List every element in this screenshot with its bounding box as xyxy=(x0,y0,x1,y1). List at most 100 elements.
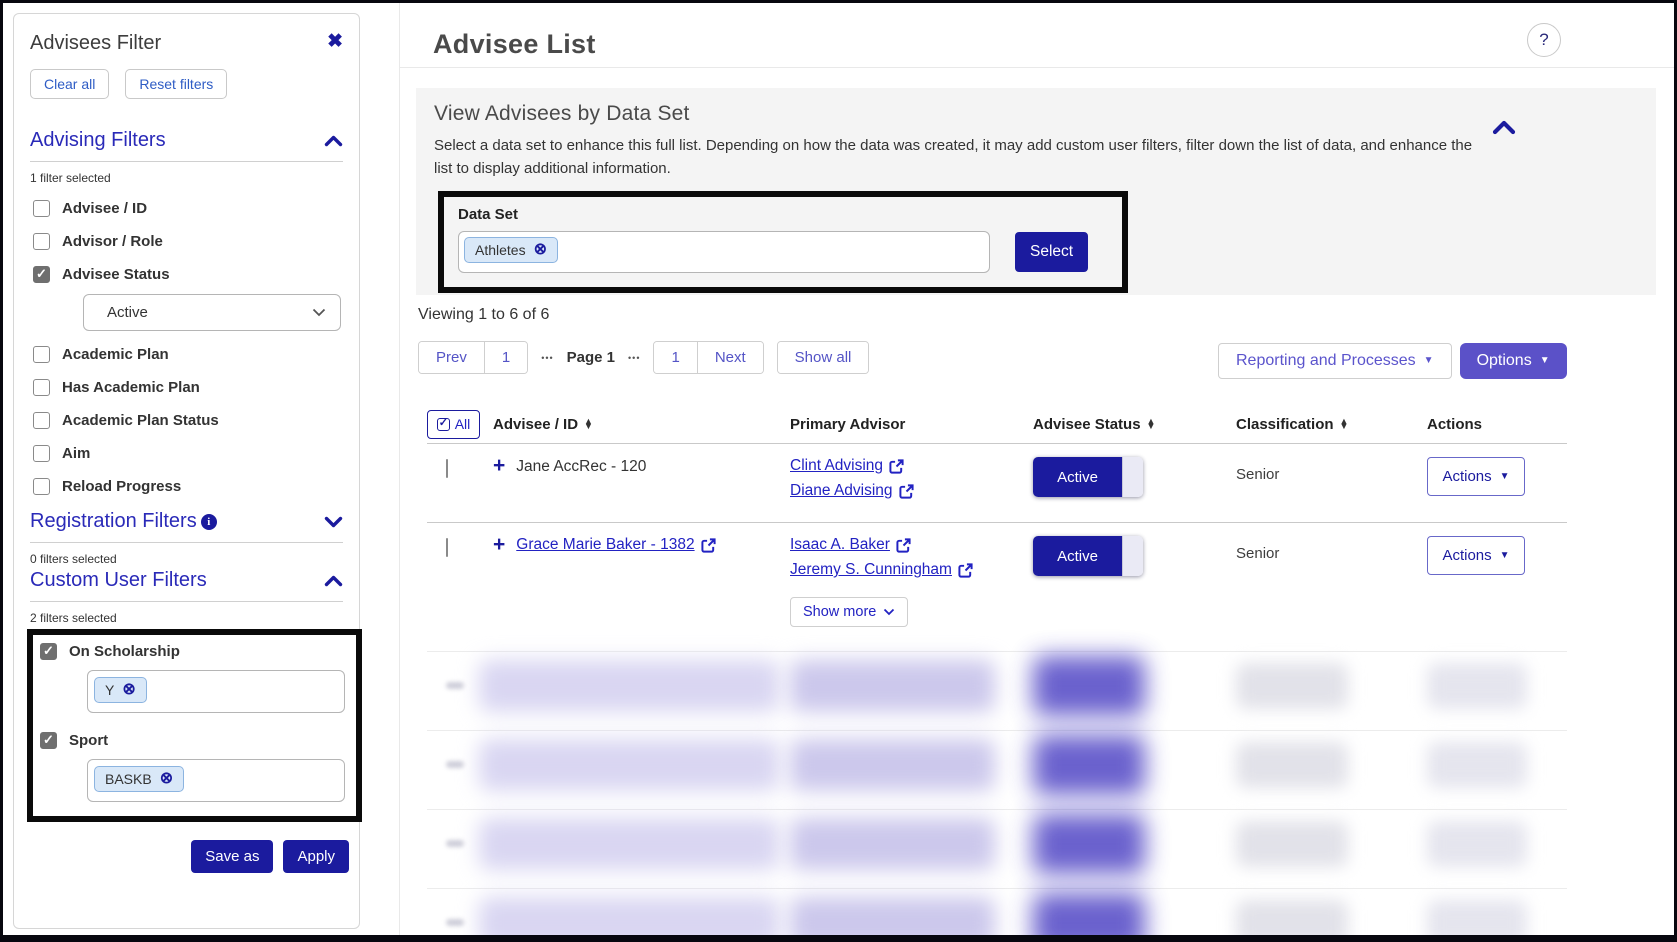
filter-tag: BASKB ⊗ xyxy=(94,766,185,792)
column-header-advisee-id[interactable]: Advisee / ID ▲ ▼ xyxy=(493,416,790,433)
remove-tag-icon[interactable]: ⊗ xyxy=(160,771,173,787)
caret-down-icon: ▼ xyxy=(1423,355,1434,366)
filter-row-has-academic-plan: Has Academic Plan xyxy=(33,377,343,397)
blurred-advisee-name xyxy=(479,659,779,712)
advisee-status-toggle[interactable]: Active xyxy=(1033,536,1143,576)
filter-row-academic-plan-status: Academic Plan Status xyxy=(33,410,343,430)
blurred-advisee-name xyxy=(479,738,779,791)
info-icon[interactable]: i xyxy=(200,513,217,530)
advising-filters-section-header[interactable]: Advising Filters xyxy=(30,129,343,152)
reporting-and-processes-button[interactable]: Reporting and Processes ▼ xyxy=(1218,343,1452,379)
custom-user-filters-section-header[interactable]: Custom User Filters xyxy=(30,569,343,592)
header-label: Advisee / ID xyxy=(493,415,579,433)
page-1-button[interactable]: 1 xyxy=(483,342,528,373)
column-header-advisee-status[interactable]: Advisee Status ▲ ▼ xyxy=(1033,416,1236,433)
next-page-button[interactable]: Next xyxy=(696,342,763,373)
row-checkbox[interactable] xyxy=(446,459,448,478)
row-actions-button[interactable]: Actions ▼ xyxy=(1427,457,1525,496)
on-scholarship-input[interactable]: Y ⊗ xyxy=(87,670,345,713)
filter-row-on-scholarship: On Scholarship xyxy=(40,641,356,661)
select-dataset-button[interactable]: Select xyxy=(1015,231,1089,272)
remove-tag-icon[interactable]: ⊗ xyxy=(534,241,547,258)
column-header-actions: Actions xyxy=(1427,416,1567,433)
advisee-status-select[interactable]: Active xyxy=(83,294,341,331)
registration-selected-count: 0 filters selected xyxy=(30,552,117,566)
close-icon[interactable]: ✖ xyxy=(327,32,343,51)
filter-row-advisee-id: Advisee / ID xyxy=(33,198,343,218)
advisor-link[interactable]: Isaac A. Baker xyxy=(790,536,1033,554)
blurred-classification xyxy=(1236,899,1348,935)
chevron-up-icon xyxy=(324,575,343,586)
blurred-status-toggle xyxy=(1033,734,1145,795)
table-row: + Grace Marie Baker - 1382 Isaac A. Bake… xyxy=(427,523,1567,640)
filter-label: Aim xyxy=(62,444,91,462)
ellipsis-icon: ••• xyxy=(628,352,641,363)
row-actions-button[interactable]: Actions ▼ xyxy=(1427,536,1525,575)
toggle-handle xyxy=(1122,536,1143,576)
has-academic-plan-checkbox[interactable] xyxy=(33,378,50,396)
reset-filters-button[interactable]: Reset filters xyxy=(125,69,228,99)
highlight-box-custom-filters: On Scholarship Y ⊗ Sport BASKB ⊗ xyxy=(27,629,362,822)
prev-page-button[interactable]: Prev xyxy=(419,342,484,373)
advisor-link[interactable]: Diane Advising xyxy=(790,482,1033,500)
actions-label: Actions xyxy=(1442,547,1492,564)
viewing-summary: Viewing 1 to 6 of 6 xyxy=(418,306,550,323)
advisee-id-checkbox[interactable] xyxy=(33,199,50,217)
filter-label: Academic Plan xyxy=(62,345,169,363)
help-button[interactable]: ? xyxy=(1527,23,1561,57)
external-link-icon xyxy=(898,483,914,499)
advisee-status-checkbox[interactable] xyxy=(33,265,50,283)
on-scholarship-checkbox[interactable] xyxy=(40,642,57,660)
select-all-label: All xyxy=(454,416,471,432)
aim-checkbox[interactable] xyxy=(33,444,50,462)
header-label: Classification xyxy=(1236,415,1334,433)
blurred-advisor xyxy=(790,817,995,870)
expand-row-icon[interactable]: + xyxy=(493,455,505,476)
pagination: Prev 1 ••• Page 1 ••• 1 Next Show all xyxy=(418,341,870,374)
current-page-label: Page 1 xyxy=(566,349,616,366)
sport-input[interactable]: BASKB ⊗ xyxy=(87,759,345,802)
save-as-button[interactable]: Save as xyxy=(191,840,274,873)
reload-progress-checkbox[interactable] xyxy=(33,477,50,495)
filter-label: Advisee / ID xyxy=(62,199,148,217)
advisee-status-toggle[interactable]: Active xyxy=(1033,457,1143,497)
show-more-button[interactable]: Show more xyxy=(790,597,909,627)
caret-down-icon: ▼ xyxy=(1499,549,1510,561)
sport-checkbox[interactable] xyxy=(40,731,57,749)
academic-plan-checkbox[interactable] xyxy=(33,345,50,363)
advisor-link[interactable]: Jeremy S. Cunningham xyxy=(790,561,1033,579)
advising-selected-count: 1 filter selected xyxy=(30,171,111,185)
data-set-label: Data Set xyxy=(458,205,519,223)
show-all-button[interactable]: Show all xyxy=(777,342,869,373)
dataset-panel-description: Select a data set to enhance this full l… xyxy=(434,137,1473,178)
toggle-handle xyxy=(1122,457,1143,497)
filter-label: Sport xyxy=(69,731,109,749)
registration-filters-section-header[interactable]: Registration Filters i xyxy=(30,510,343,533)
remove-tag-icon[interactable]: ⊗ xyxy=(122,682,135,698)
status-label: Active xyxy=(1033,536,1122,576)
collapse-panel-button[interactable] xyxy=(1492,120,1516,140)
table-header-row: All Advisee / ID ▲▼ Primary Advisor Advi… xyxy=(427,405,1567,443)
advisor-link[interactable]: Clint Advising xyxy=(790,457,1033,475)
blurred-status-toggle xyxy=(1033,655,1145,716)
help-icon: ? xyxy=(1539,30,1549,49)
column-header-classification[interactable]: Classification ▲ ▼ xyxy=(1236,416,1427,433)
clear-all-button[interactable]: Clear all xyxy=(30,69,110,99)
last-page-button[interactable]: 1 xyxy=(654,342,697,373)
academic-plan-status-checkbox[interactable] xyxy=(33,411,50,429)
blurred-status-toggle xyxy=(1033,892,1145,935)
data-set-input[interactable]: Athletes ⊗ xyxy=(458,230,990,273)
external-link-icon xyxy=(896,537,911,553)
filter-label: Advisor / Role xyxy=(62,232,163,250)
tag-value: Athletes xyxy=(475,241,526,258)
options-button[interactable]: Options ▼ xyxy=(1459,343,1567,379)
advisee-name-link[interactable]: Grace Marie Baker - 1382 xyxy=(516,536,716,554)
ellipsis-icon: ••• xyxy=(541,352,554,363)
advisor-role-checkbox[interactable] xyxy=(33,232,50,250)
filter-row-aim: Aim xyxy=(33,443,343,463)
select-all-button[interactable]: All xyxy=(427,409,480,439)
expand-row-icon[interactable]: + xyxy=(493,534,505,555)
apply-button[interactable]: Apply xyxy=(283,840,349,873)
classification-value: Senior xyxy=(1236,545,1280,562)
row-checkbox[interactable] xyxy=(446,538,448,557)
